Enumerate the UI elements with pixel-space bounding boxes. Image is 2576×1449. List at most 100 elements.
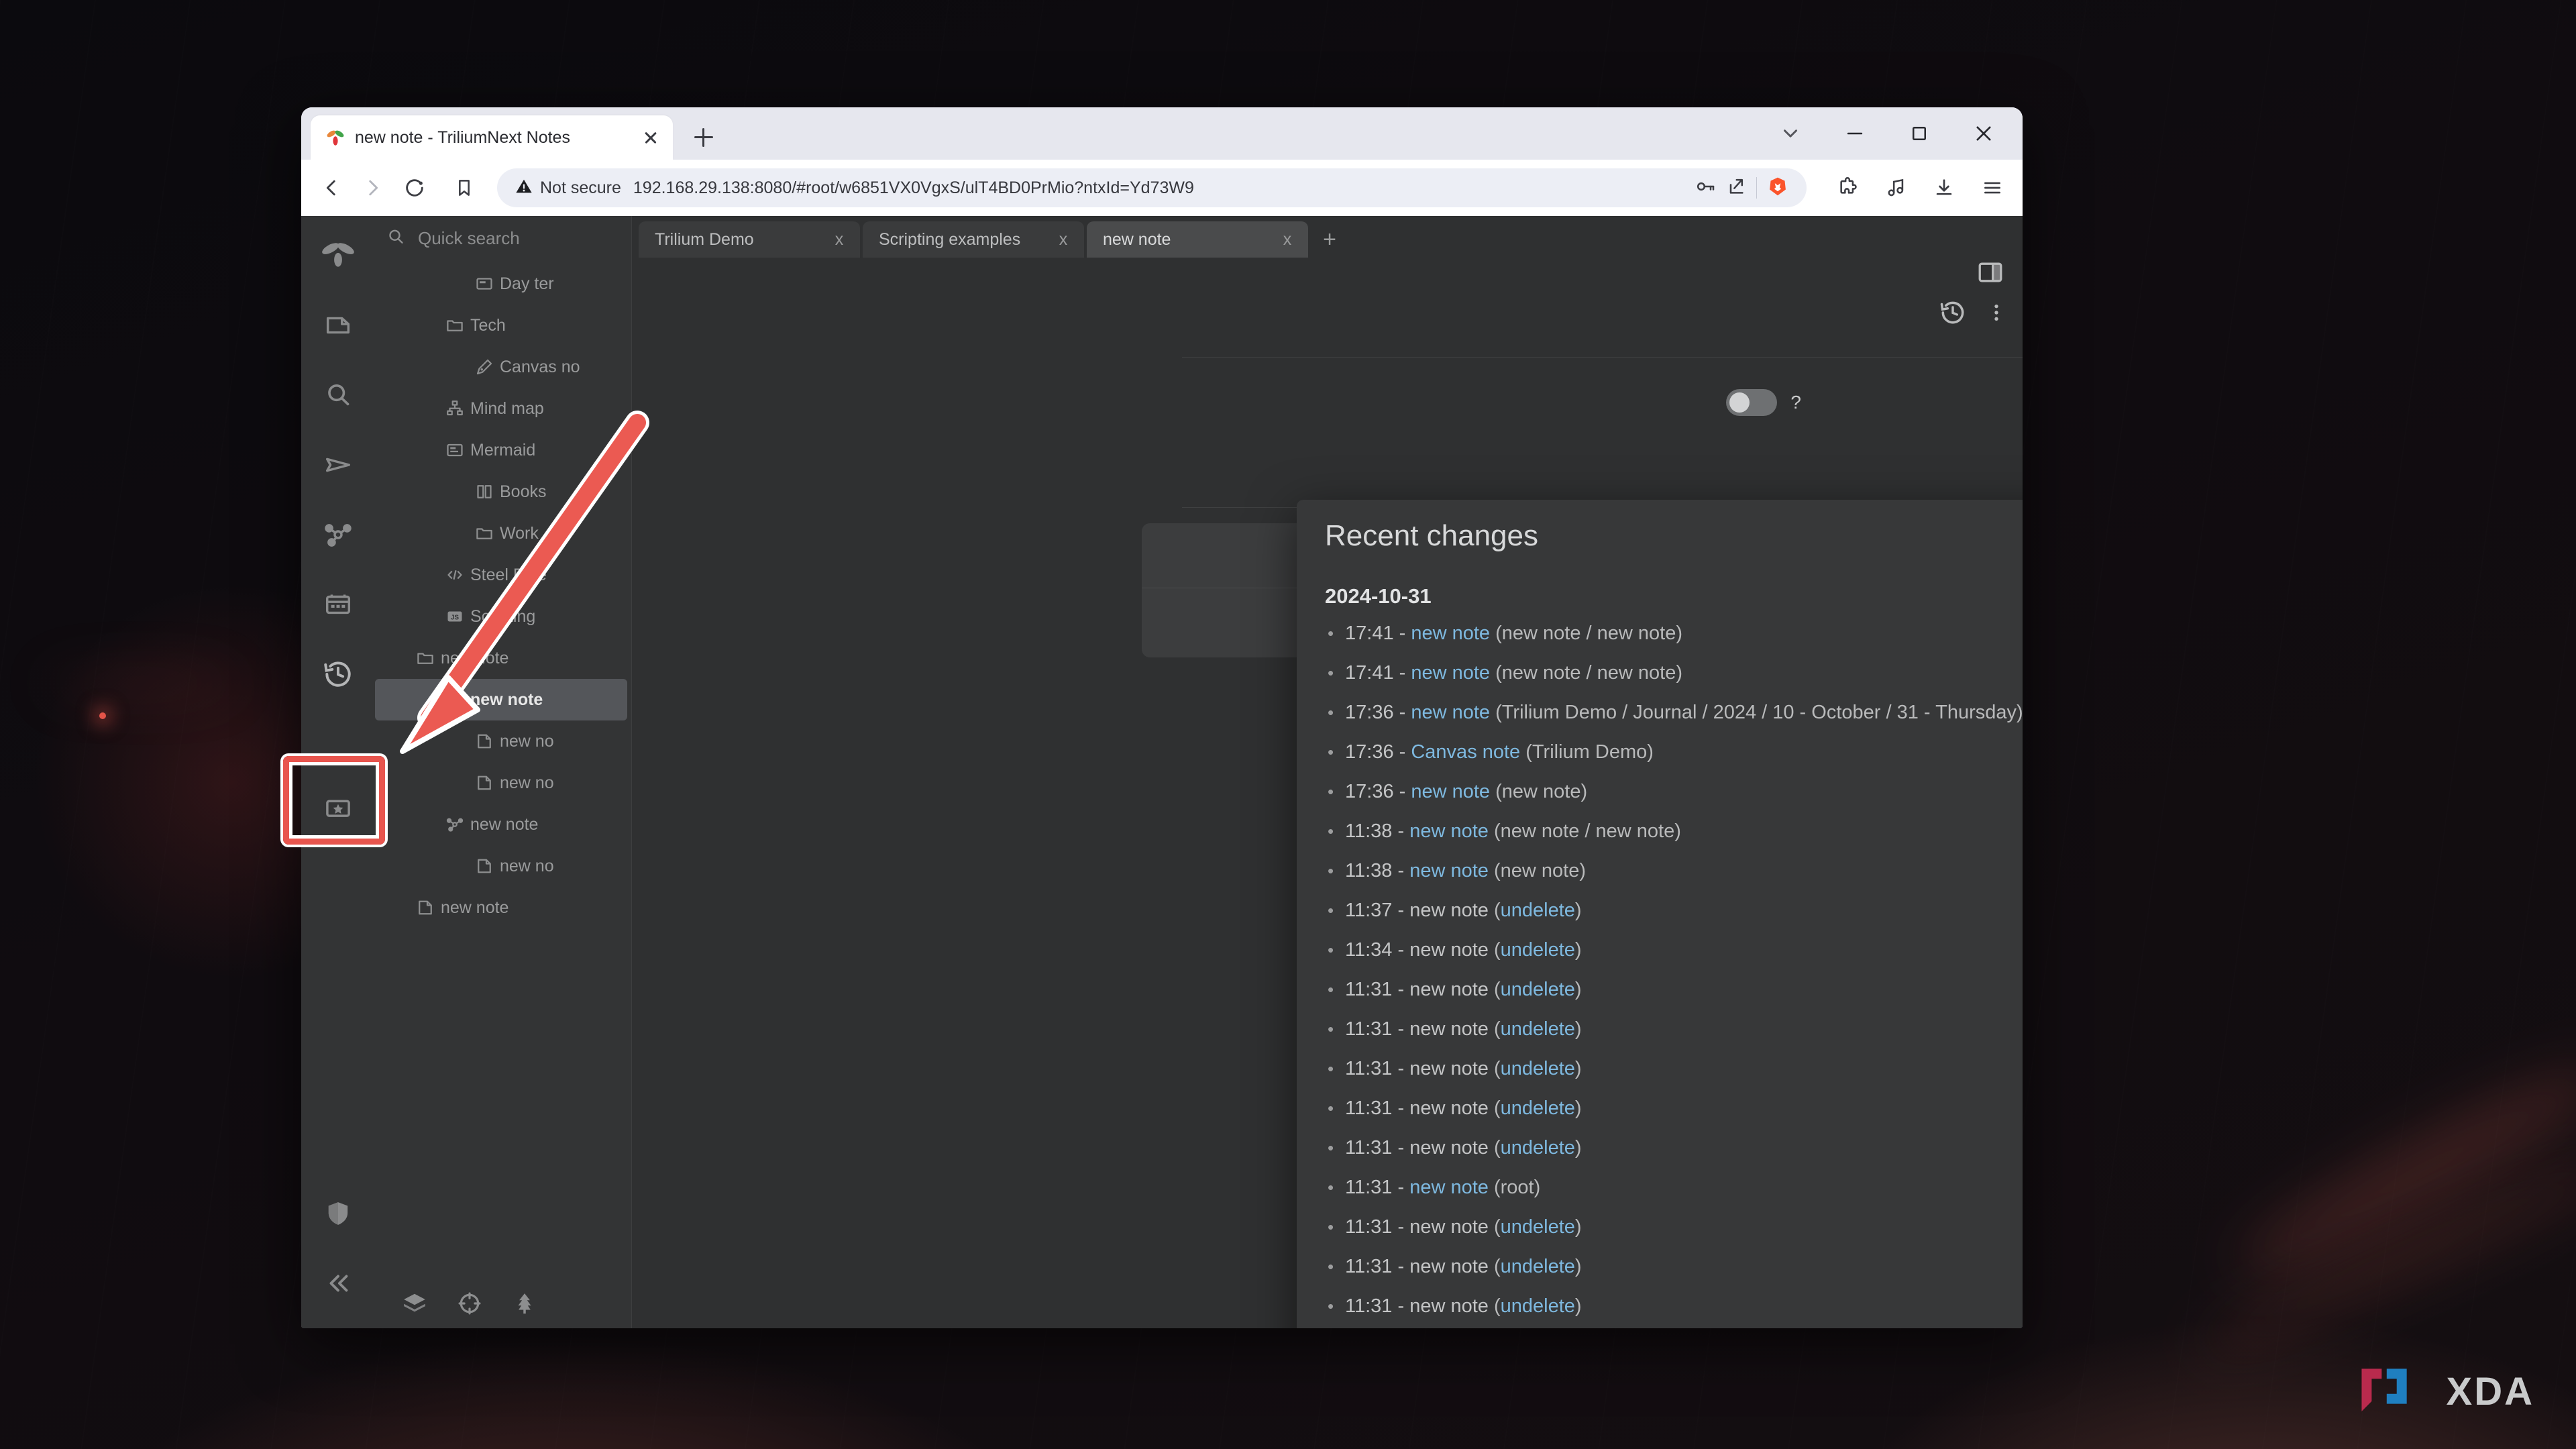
more-vertical-icon[interactable]	[1985, 301, 2008, 327]
change-note-link[interactable]: new note	[1411, 702, 1490, 724]
tree-item[interactable]: new no	[375, 845, 631, 887]
send-icon[interactable]	[311, 437, 366, 492]
tree-item[interactable]: Steel Blue	[375, 554, 631, 596]
history-clock-icon[interactable]	[311, 647, 366, 702]
recent-change-row: 17:36 - new note (Trilium Demo / Journal…	[1328, 693, 2023, 733]
search-icon[interactable]	[311, 368, 366, 423]
recent-change-row: 11:31 - new note (undelete)	[1328, 970, 2023, 1010]
split-panel-icon[interactable]	[1976, 258, 2005, 290]
download-icon[interactable]	[1923, 167, 1965, 209]
tree-item[interactable]: Canvas no	[375, 346, 631, 388]
shield-icon[interactable]	[311, 1186, 366, 1241]
change-note-name: new note	[1409, 939, 1489, 961]
share-nodes-icon[interactable]	[311, 507, 366, 562]
back-arrow-icon[interactable]	[311, 167, 352, 209]
tree-item-label: new note	[470, 814, 539, 834]
double-chevron-left-icon[interactable]	[311, 1256, 366, 1311]
change-note-link[interactable]: new note	[1411, 623, 1490, 645]
security-indicator[interactable]: Not secure	[515, 177, 621, 199]
tree-item[interactable]: Day ter	[375, 263, 631, 305]
forward-arrow-icon[interactable]	[352, 167, 394, 209]
music-note-icon[interactable]	[1875, 167, 1917, 209]
tree-item[interactable]: Tech	[375, 305, 631, 346]
calendar-icon[interactable]	[311, 577, 366, 632]
note-tab-close-icon[interactable]: x	[1276, 230, 1299, 250]
tree-item[interactable]: Work	[375, 513, 631, 554]
undelete-link[interactable]: (undelete)	[1494, 900, 1582, 922]
change-note-link[interactable]: new note	[1409, 1177, 1489, 1199]
close-icon[interactable]	[1951, 107, 2016, 160]
brave-lion-icon[interactable]	[1766, 175, 1789, 201]
undelete-link[interactable]: (undelete)	[1494, 1018, 1582, 1040]
note-icon[interactable]	[311, 298, 366, 353]
tree-item-active[interactable]: new note	[375, 679, 627, 720]
tree-status-bar	[375, 1281, 631, 1328]
recent-change-row: 11:38 - new note (new note)	[1328, 851, 2023, 891]
tab-search-chevron-down-icon[interactable]	[1758, 107, 1823, 160]
change-note-link[interactable]: new note	[1411, 781, 1490, 803]
tree-item[interactable]: new note	[375, 804, 631, 845]
change-note-link[interactable]: new note	[1411, 662, 1490, 684]
key-icon[interactable]	[1695, 176, 1716, 201]
reload-icon[interactable]	[394, 167, 435, 209]
undelete-link[interactable]: (undelete)	[1494, 1097, 1582, 1120]
maximize-icon[interactable]	[1887, 107, 1951, 160]
tree-item[interactable]: JS Scripting	[375, 596, 631, 637]
page-icon	[469, 731, 500, 751]
extensions-puzzle-icon[interactable]	[1827, 167, 1868, 209]
change-note-name: new note	[1409, 1058, 1489, 1079]
quick-search-box[interactable]: Quick search	[375, 216, 631, 260]
change-time: 11:31	[1345, 1097, 1393, 1119]
note-tab-close-icon[interactable]: x	[1052, 230, 1075, 250]
note-tab-label: Scripting examples	[879, 229, 1021, 249]
browser-toolbar: Not secure 192.168.29.138:8080/#root/w68…	[301, 160, 2023, 216]
tree-item[interactable]: new no	[375, 762, 631, 804]
minimize-icon[interactable]	[1823, 107, 1887, 160]
bookmark-star-icon[interactable]	[311, 781, 366, 836]
undelete-link[interactable]: (undelete)	[1494, 939, 1582, 961]
history-clock-icon[interactable]	[1938, 298, 1968, 331]
undelete-link[interactable]: (undelete)	[1494, 979, 1582, 1001]
tree-item-label: Tech	[470, 315, 506, 335]
note-tab[interactable]: Trilium Demo x	[639, 221, 860, 258]
target-icon[interactable]	[457, 1291, 482, 1320]
undelete-link[interactable]: (undelete)	[1494, 1216, 1582, 1238]
change-note-link[interactable]: new note	[1409, 820, 1489, 843]
add-note-tab-button[interactable]: +	[1311, 221, 1348, 258]
change-note-link[interactable]: Canvas note	[1411, 741, 1520, 763]
recent-change-row: 17:36 - new note (new note)	[1328, 772, 2023, 812]
tree-item[interactable]: Mind map	[375, 388, 631, 429]
address-bar[interactable]: Not secure 192.168.29.138:8080/#root/w68…	[497, 168, 1807, 207]
undelete-link[interactable]: (undelete)	[1494, 1058, 1582, 1080]
help-question-icon[interactable]: ?	[1790, 392, 1801, 413]
change-time: 11:31	[1345, 1058, 1393, 1079]
hamburger-menu-icon[interactable]	[1972, 167, 2013, 209]
note-tab[interactable]: Scripting examples x	[863, 221, 1084, 258]
tree-item[interactable]: new no	[375, 720, 631, 762]
recent-changes-list: 17:41 - new note (new note / new note)17…	[1325, 614, 2023, 1328]
browser-tab[interactable]: new note - TriliumNext Notes	[311, 115, 673, 160]
tree-item-label: Scripting	[470, 606, 536, 626]
note-tab-active[interactable]: new note x	[1087, 221, 1308, 258]
note-tab-close-icon[interactable]: x	[828, 230, 851, 250]
share-icon[interactable]	[1725, 176, 1747, 201]
tree-item[interactable]: new note	[375, 887, 631, 928]
recent-change-row: 11:31 - new note (undelete)	[1328, 1247, 2023, 1287]
ribbon-toggle-switch[interactable]	[1726, 389, 1778, 416]
tree-item[interactable]: new note	[375, 637, 631, 679]
tree-item[interactable]: Mermaid	[375, 429, 631, 471]
undelete-link[interactable]: (undelete)	[1494, 1295, 1582, 1318]
recent-change-row: 11:37 - new note (undelete)	[1328, 891, 2023, 930]
bookmark-icon[interactable]	[443, 167, 485, 209]
undelete-link[interactable]: (undelete)	[1494, 1137, 1582, 1159]
tree-pine-icon[interactable]	[512, 1291, 537, 1320]
wallpaper-streak	[40, 678, 241, 688]
change-note-link[interactable]: new note	[1409, 860, 1489, 882]
pen-icon	[469, 357, 500, 377]
tree-item[interactable]: Books	[375, 471, 631, 513]
browser-tab-close-icon[interactable]	[639, 126, 662, 149]
undelete-link[interactable]: (undelete)	[1494, 1256, 1582, 1278]
book-icon	[469, 482, 500, 502]
new-tab-button[interactable]	[685, 119, 722, 156]
layers-icon[interactable]	[402, 1291, 427, 1320]
